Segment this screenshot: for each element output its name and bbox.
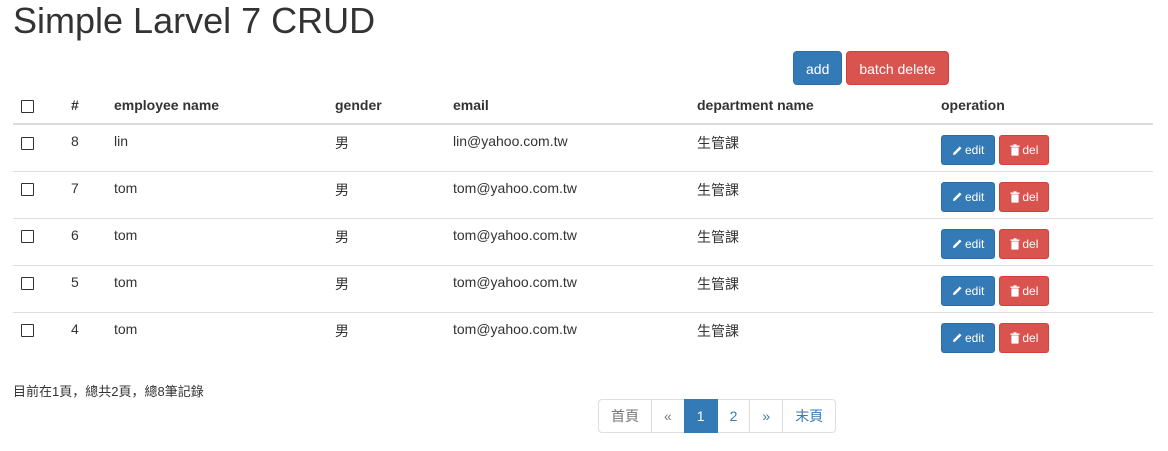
row-employee-name: tom	[106, 217, 327, 265]
table-row: 4 tom 男 tom@yahoo.com.tw 生管課 edit del	[13, 311, 1153, 359]
row-department-name: 生管課	[697, 135, 739, 151]
row-checkbox[interactable]	[21, 277, 34, 291]
row-checkbox[interactable]	[21, 183, 34, 197]
row-email: lin@yahoo.com.tw	[453, 133, 568, 149]
edit-button[interactable]: edit	[941, 228, 996, 259]
pagination-first[interactable]: 首頁	[598, 399, 652, 433]
pagination-page-1[interactable]: 1	[683, 399, 718, 433]
row-select-cell	[13, 311, 63, 359]
table-row: 5 tom 男 tom@yahoo.com.tw 生管課 edit del	[13, 264, 1153, 312]
top-actions: add batch delete	[793, 51, 949, 85]
row-select-cell	[13, 124, 63, 171]
row-operations: edit del	[933, 170, 1153, 218]
row-id: 6	[63, 217, 106, 265]
row-gender: 男	[335, 135, 349, 151]
header-employee-name: employee name	[106, 86, 327, 125]
edit-button[interactable]: edit	[941, 275, 996, 306]
row-id: 5	[63, 264, 106, 312]
delete-label: del	[1022, 330, 1039, 345]
page-title: Simple Larvel 7 CRUD	[13, 0, 376, 41]
pencil-icon	[952, 333, 962, 343]
row-employee-name: tom	[106, 264, 327, 312]
delete-button[interactable]: del	[999, 228, 1050, 259]
header-email: email	[445, 86, 689, 125]
row-gender: 男	[327, 264, 445, 312]
pagination-prev[interactable]: «	[651, 399, 685, 433]
pencil-icon	[952, 286, 962, 296]
row-checkbox[interactable]	[21, 136, 34, 150]
pencil-icon	[952, 145, 962, 155]
edit-label: edit	[965, 330, 985, 345]
add-button[interactable]: add	[793, 51, 843, 85]
delete-button[interactable]: del	[999, 181, 1050, 212]
delete-button[interactable]: del	[999, 322, 1050, 353]
row-operations: edit del	[933, 311, 1153, 359]
row-email: tom@yahoo.com.tw	[445, 311, 689, 359]
pencil-icon	[952, 192, 962, 202]
pagination-last[interactable]: 末頁	[782, 399, 837, 433]
employee-table: # employee name gender email department …	[13, 86, 1153, 359]
table-row: 6 tom 男 tom@yahoo.com.tw 生管課 edit del	[13, 217, 1153, 265]
row-employee-name: tom	[106, 311, 327, 359]
pagination-next[interactable]: »	[749, 399, 784, 433]
row-select-cell	[13, 264, 63, 312]
header-select-all	[13, 86, 63, 125]
edit-label: edit	[965, 236, 985, 251]
employee-table-wrapper: # employee name gender email department …	[13, 86, 1153, 359]
edit-button[interactable]: edit	[941, 181, 996, 212]
delete-label: del	[1022, 236, 1039, 251]
pencil-icon	[952, 239, 962, 249]
table-body: 8 lin 男 lin@yahoo.com.tw 生管課 edit del 7 tom 男 tom@…	[13, 124, 1153, 359]
table-row: 8 lin 男 lin@yahoo.com.tw 生管課 edit del	[13, 124, 1153, 171]
trash-icon	[1010, 190, 1020, 203]
row-checkbox[interactable]	[21, 324, 34, 338]
header-gender: gender	[327, 86, 445, 125]
row-operations: edit del	[933, 124, 1153, 171]
delete-label: del	[1022, 143, 1039, 157]
header-department-name: department name	[689, 86, 933, 125]
edit-button[interactable]: edit	[941, 322, 996, 353]
row-department-name: 生管課	[689, 217, 933, 265]
row-checkbox[interactable]	[21, 230, 34, 244]
row-employee-name: tom	[106, 170, 327, 218]
row-operations: edit del	[933, 217, 1153, 265]
edit-label: edit	[965, 189, 985, 204]
row-select-cell	[13, 170, 63, 218]
row-id: 4	[63, 311, 106, 359]
row-employee-name: lin	[114, 133, 129, 149]
row-operations: edit del	[933, 264, 1153, 312]
pagination-page-2[interactable]: 2	[716, 399, 751, 433]
delete-label: del	[1022, 283, 1039, 298]
row-email: tom@yahoo.com.tw	[445, 170, 689, 218]
row-email: tom@yahoo.com.tw	[445, 217, 689, 265]
table-row: 7 tom 男 tom@yahoo.com.tw 生管課 edit del	[13, 170, 1153, 218]
trash-icon	[1010, 144, 1020, 156]
row-email: tom@yahoo.com.tw	[445, 264, 689, 312]
table-header-row: # employee name gender email department …	[13, 86, 1153, 125]
row-select-cell	[13, 217, 63, 265]
row-gender: 男	[327, 170, 445, 218]
edit-button[interactable]: edit	[941, 135, 996, 165]
edit-label: edit	[965, 283, 985, 298]
row-department-name: 生管課	[689, 264, 933, 312]
delete-button[interactable]: del	[999, 135, 1050, 165]
trash-icon	[1010, 331, 1020, 344]
trash-icon	[1010, 237, 1020, 250]
row-department-name: 生管課	[689, 311, 933, 359]
select-all-checkbox[interactable]	[21, 99, 34, 113]
header-id: #	[63, 86, 106, 125]
delete-button[interactable]: del	[999, 275, 1050, 306]
header-operation: operation	[933, 86, 1153, 125]
row-department-name: 生管課	[689, 170, 933, 218]
batch-delete-button[interactable]: batch delete	[846, 51, 949, 85]
row-id: 7	[63, 170, 106, 218]
delete-label: del	[1022, 189, 1039, 204]
row-id: 8	[71, 133, 79, 149]
row-gender: 男	[327, 311, 445, 359]
trash-icon	[1010, 284, 1020, 297]
pagination: 首頁 « 1 2 » 末頁	[598, 399, 837, 433]
edit-label: edit	[965, 143, 985, 157]
row-gender: 男	[327, 217, 445, 265]
record-summary: 目前在1頁，總共2頁，總8筆記錄	[13, 384, 204, 399]
